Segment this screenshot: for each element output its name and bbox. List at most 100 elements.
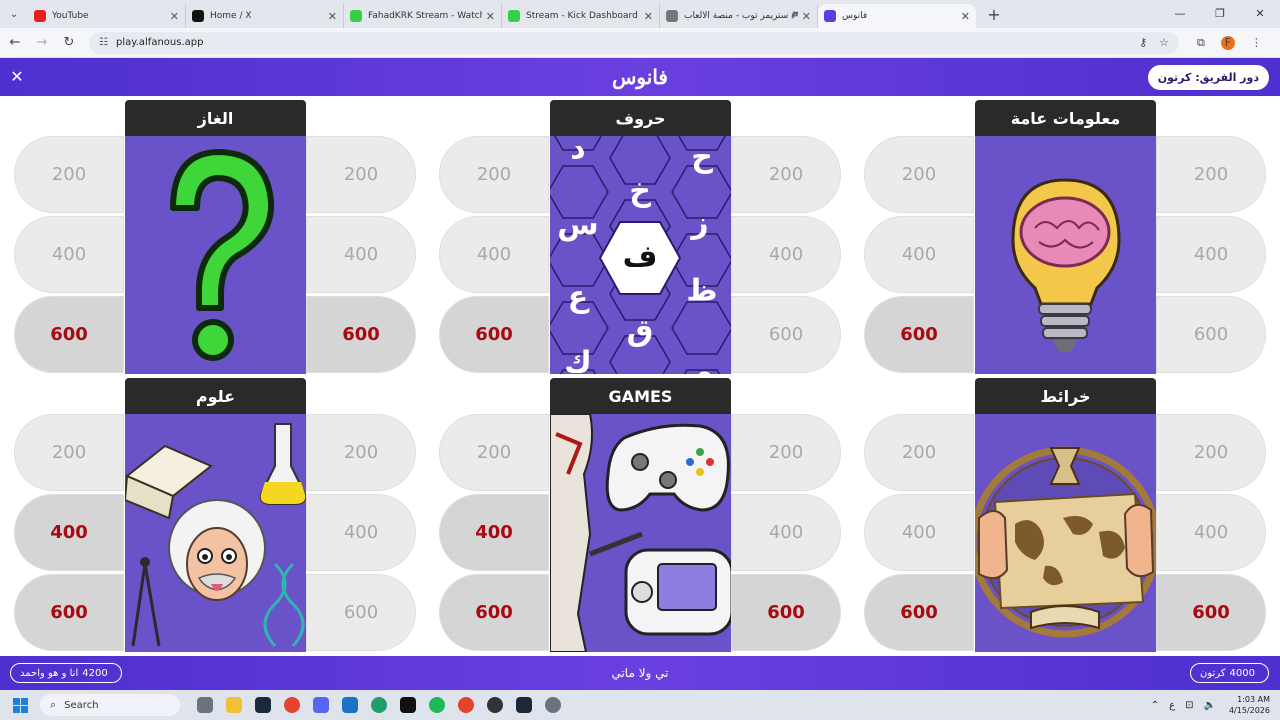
windows-start-icon[interactable] [0, 697, 40, 713]
question-right-600-button[interactable]: 600 [1156, 574, 1266, 651]
question-right-600-button[interactable]: 600 [306, 574, 416, 651]
restore-icon[interactable]: ❐ [1200, 0, 1240, 28]
question-right-600-button[interactable]: 600 [731, 574, 841, 651]
extensions-icon[interactable]: ⧉ [1197, 36, 1205, 50]
question-right-200-button[interactable]: 200 [731, 414, 841, 491]
back-icon[interactable]: ← [3, 35, 27, 50]
question-right-200-button[interactable]: 200 [1156, 414, 1266, 491]
question-left-200-button[interactable]: 200 [439, 414, 549, 491]
tab-close-icon[interactable]: ✕ [802, 10, 811, 23]
question-mark-illustration [170, 149, 275, 361]
tab-title: FahadKRK Stream - Watch Live [368, 11, 482, 21]
spotify-icon[interactable] [422, 694, 451, 716]
question-left-400-button[interactable]: 400 [439, 216, 549, 293]
question-left-600-button[interactable]: 600 [14, 574, 124, 651]
letter-hex-9: ك [564, 346, 592, 375]
tab-title: YouTube [52, 11, 89, 21]
question-right-200-button[interactable]: 200 [306, 414, 416, 491]
file-explorer-icon[interactable] [219, 694, 248, 716]
tab-close-icon[interactable]: ✕ [961, 10, 970, 23]
tab-favicon-icon [508, 10, 520, 22]
letter-hex-2: خ [629, 174, 651, 209]
taskbar-search[interactable]: ⌕ Search [40, 694, 180, 716]
tab-favicon-icon [350, 10, 362, 22]
task-view-icon[interactable] [190, 694, 219, 716]
question-right-400-button[interactable]: 400 [306, 494, 416, 571]
question-left-600-button[interactable]: 600 [439, 296, 549, 373]
mail-icon[interactable] [335, 694, 364, 716]
question-left-600-button[interactable]: 600 [439, 574, 549, 651]
close-game-icon[interactable]: ✕ [6, 66, 28, 88]
question-right-400-button[interactable]: 400 [731, 494, 841, 571]
question-left-400-button[interactable]: 400 [14, 216, 124, 293]
question-left-600-button[interactable]: 600 [864, 574, 974, 651]
question-left-400-button[interactable]: 400 [439, 494, 549, 571]
browser-tab-3[interactable]: Stream - Kick Dashboard ✕ [502, 4, 660, 28]
question-right-200-button[interactable]: 200 [1156, 136, 1266, 213]
xbox-icon[interactable] [364, 694, 393, 716]
password-key-icon[interactable]: ⚷ [1139, 36, 1147, 49]
question-right-400-button[interactable]: 400 [1156, 494, 1266, 571]
question-left-400-button[interactable]: 400 [864, 494, 974, 571]
browser-tab-1[interactable]: Home / X ✕ [186, 4, 344, 28]
question-right-200-button[interactable]: 200 [731, 136, 841, 213]
url-omnibox[interactable]: ☷ play.alfanous.app ⚷ ☆ [89, 31, 1179, 54]
url-text: play.alfanous.app [115, 37, 204, 48]
letter-hex-5: ف [623, 240, 658, 275]
letter-hex-6: ظ [686, 274, 717, 309]
right-team-name: كرتون [1199, 667, 1226, 679]
steam-2-icon[interactable] [509, 694, 538, 716]
reload-icon[interactable]: ↻ [57, 35, 81, 50]
browser-tab-5[interactable]: فانوس ✕ [818, 4, 976, 28]
question-left-200-button[interactable]: 200 [864, 414, 974, 491]
browser-tab-2[interactable]: FahadKRK Stream - Watch Live ✕ [344, 4, 502, 28]
question-left-200-button[interactable]: 200 [864, 136, 974, 213]
question-left-600-button[interactable]: 600 [864, 296, 974, 373]
obs-icon[interactable] [480, 694, 509, 716]
window-close-icon[interactable]: ✕ [1240, 0, 1280, 28]
new-tab-button[interactable]: + [982, 5, 1006, 24]
bookmark-star-icon[interactable]: ☆ [1159, 36, 1169, 49]
science-illustration [125, 423, 306, 648]
question-right-200-button[interactable]: 200 [306, 136, 416, 213]
question-left-200-button[interactable]: 200 [14, 136, 124, 213]
tab-close-icon[interactable]: ✕ [486, 10, 495, 23]
browser-tab-4[interactable]: ستريمر توب - منصة الألعاب 🎮 ✕ [660, 4, 818, 28]
forward-icon[interactable]: → [30, 35, 54, 50]
question-right-600-button[interactable]: 600 [731, 296, 841, 373]
clock[interactable]: 1:03 AM 4/15/2026 [1229, 694, 1270, 716]
profile-avatar[interactable]: F [1220, 35, 1235, 50]
browser-menu-icon[interactable]: ⋮ [1251, 36, 1262, 49]
minimize-icon[interactable]: — [1160, 0, 1200, 28]
tab-close-icon[interactable]: ✕ [170, 10, 179, 23]
question-left-400-button[interactable]: 400 [864, 216, 974, 293]
settings-icon[interactable] [538, 694, 567, 716]
category-image: ح د خ ز سفظ ع ق ك م [550, 136, 731, 374]
steam-icon[interactable] [248, 694, 277, 716]
question-left-200-button[interactable]: 200 [439, 136, 549, 213]
site-info-icon[interactable]: ☷ [99, 37, 108, 48]
question-right-400-button[interactable]: 400 [731, 216, 841, 293]
question-left-200-button[interactable]: 200 [14, 414, 124, 491]
category-title: خرائط [975, 378, 1156, 414]
tab-close-icon[interactable]: ✕ [644, 10, 653, 23]
tab-favicon-icon [824, 10, 836, 22]
capcut-icon[interactable] [393, 694, 422, 716]
question-right-400-button[interactable]: 400 [1156, 216, 1266, 293]
tray-chevron-icon[interactable]: ⌃ [1151, 700, 1159, 711]
browser-tab-0[interactable]: YouTube ✕ [28, 4, 186, 28]
question-left-400-button[interactable]: 400 [14, 494, 124, 571]
tab-close-icon[interactable]: ✕ [328, 10, 337, 23]
question-right-600-button[interactable]: 600 [1156, 296, 1266, 373]
question-right-600-button[interactable]: 600 [306, 296, 416, 373]
chrome-active-icon[interactable] [451, 694, 480, 716]
tray-lang[interactable]: ع [1169, 700, 1175, 711]
question-left-600-button[interactable]: 600 [14, 296, 124, 373]
volume-icon[interactable]: 🔈 [1204, 700, 1216, 711]
chrome-icon[interactable] [277, 694, 306, 716]
network-icon[interactable]: ⊡ [1185, 700, 1193, 711]
browser-tabstrip: ⌄ YouTube ✕ Home / X ✕ FahadKRK Stream - Wat… [0, 0, 1280, 28]
tab-search-icon[interactable]: ⌄ [0, 0, 28, 28]
discord-icon[interactable] [306, 694, 335, 716]
question-right-400-button[interactable]: 400 [306, 216, 416, 293]
